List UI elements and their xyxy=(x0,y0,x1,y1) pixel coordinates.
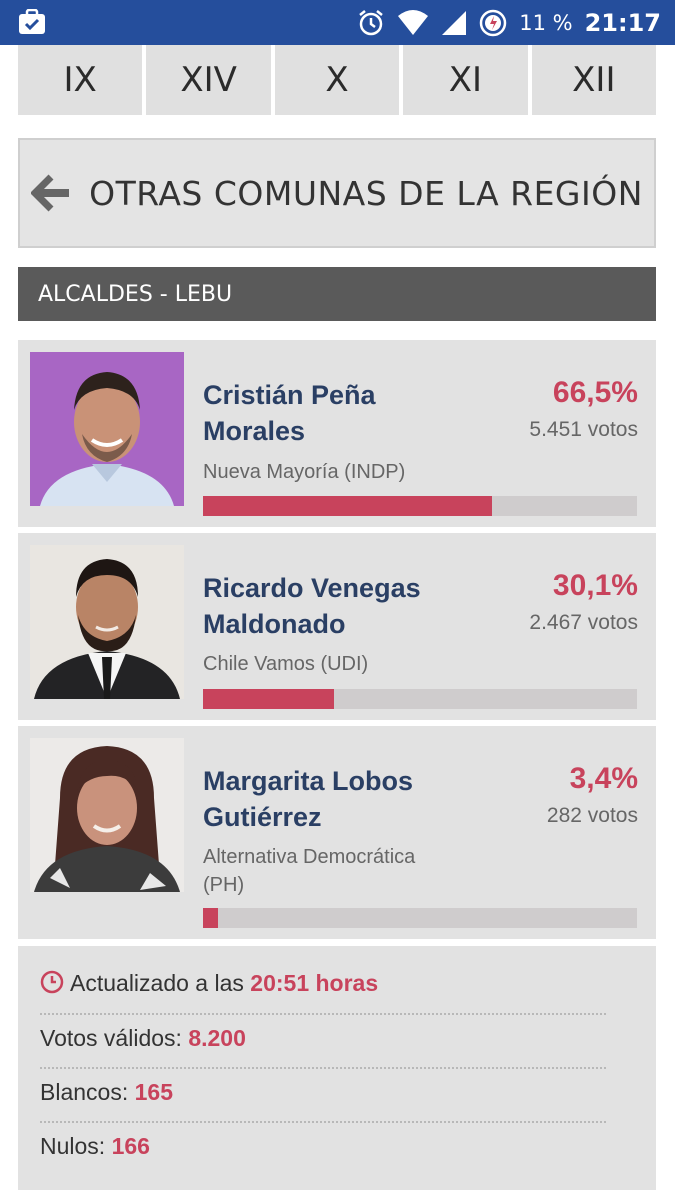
candidate-name: Margarita Lobos Gutiérrez xyxy=(203,766,414,832)
candidate-photo xyxy=(30,545,184,699)
candidate-card[interactable]: Margarita Lobos Gutiérrez Alternativa De… xyxy=(18,726,656,939)
vote-bar-fill xyxy=(203,496,492,516)
candidate-votes: 282 votos xyxy=(546,804,638,827)
candidate-party: Alternativa Democrática (PH) xyxy=(203,846,416,896)
candidate-name: Ricardo Venegas Maldonado xyxy=(203,573,421,639)
valid-votes-row: Votos válidos: 8.200 xyxy=(40,1025,606,1052)
divider xyxy=(40,1013,606,1015)
divider xyxy=(40,1067,606,1069)
valid-votes-value: 8.200 xyxy=(188,1025,246,1051)
candidate-votes: 5.451 votos xyxy=(529,418,638,441)
updated-time: 20:51 horas xyxy=(250,970,379,996)
updated-row: Actualizado a las 20:51 horas xyxy=(40,970,606,997)
status-bar: 11 % 21:17 xyxy=(0,0,675,45)
other-communes-button[interactable]: OTRAS COMUNAS DE LA REGIÓN xyxy=(18,138,656,248)
candidate-photo xyxy=(30,738,184,892)
blank-votes-value: 165 xyxy=(134,1079,173,1105)
region-selector: IX XIV X XI XII xyxy=(18,45,657,115)
clock-icon xyxy=(40,970,64,994)
results-summary: Actualizado a las 20:51 horas Votos váli… xyxy=(18,946,656,1190)
region-button-xi[interactable]: XI xyxy=(403,45,528,115)
alarm-icon xyxy=(359,9,384,35)
vote-bar xyxy=(203,908,637,928)
null-votes-value: 166 xyxy=(111,1133,150,1159)
battery-saver-icon xyxy=(479,9,507,36)
candidate-votes: 2.467 votos xyxy=(529,611,638,634)
valid-votes-label: Votos válidos: xyxy=(40,1025,182,1051)
candidate-card[interactable]: Ricardo Venegas Maldonado Chile Vamos (U… xyxy=(18,533,656,720)
vote-bar xyxy=(203,496,637,516)
briefcase-check-icon xyxy=(19,9,45,34)
candidate-percentage: 66,5% xyxy=(552,376,638,409)
null-votes-row: Nulos: 166 xyxy=(40,1133,606,1160)
candidate-party: Chile Vamos (UDI) xyxy=(203,653,369,675)
candidate-name: Cristián Peña Morales xyxy=(203,380,376,446)
region-button-xiv[interactable]: XIV xyxy=(146,45,271,115)
blank-votes-label: Blancos: xyxy=(40,1079,129,1105)
other-communes-label: OTRAS COMUNAS DE LA REGIÓN xyxy=(89,173,643,213)
wifi-icon xyxy=(398,9,429,35)
battery-percent: 11 % xyxy=(519,10,573,35)
candidate-card[interactable]: Cristián Peña Morales Nueva Mayoría (IND… xyxy=(18,340,656,527)
region-button-x[interactable]: X xyxy=(274,45,400,115)
arrow-left-icon xyxy=(31,174,70,212)
divider xyxy=(40,1121,606,1123)
candidate-photo xyxy=(30,352,184,506)
region-button-xii[interactable]: XII xyxy=(531,45,657,115)
blank-votes-row: Blancos: 165 xyxy=(40,1079,606,1106)
vote-bar-fill xyxy=(203,689,334,709)
vote-bar xyxy=(203,689,637,709)
signal-icon xyxy=(442,10,467,35)
vote-bar-fill xyxy=(203,908,218,928)
candidate-percentage: 30,1% xyxy=(552,569,638,602)
section-header: ALCALDES - LEBU xyxy=(18,267,656,321)
candidate-percentage: 3,4% xyxy=(569,762,638,795)
clock: 21:17 xyxy=(584,8,661,37)
region-button-ix[interactable]: IX xyxy=(18,45,143,115)
candidate-party: Nueva Mayoría (INDP) xyxy=(203,461,406,483)
updated-label: Actualizado a las xyxy=(70,970,244,996)
null-votes-label: Nulos: xyxy=(40,1133,106,1159)
